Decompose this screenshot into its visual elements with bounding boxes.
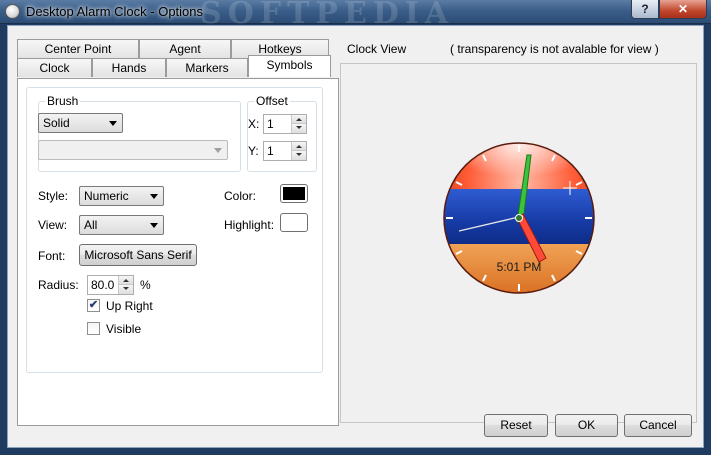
- radius-label: Radius:: [38, 278, 79, 292]
- style-select[interactable]: Numeric: [79, 186, 164, 206]
- visible-label[interactable]: Visible: [106, 322, 141, 336]
- font-button[interactable]: Microsoft Sans Serif: [79, 244, 197, 266]
- tab-markers[interactable]: Markers: [166, 58, 248, 77]
- offset-x-input[interactable]: 1: [263, 114, 307, 134]
- spin-up-icon[interactable]: [292, 115, 306, 124]
- view-label: View:: [38, 218, 68, 232]
- offset-group-label: Offset: [254, 94, 290, 108]
- highlight-swatch-fill: [283, 216, 305, 229]
- color-label: Color:: [224, 189, 257, 203]
- spin-down-icon[interactable]: [292, 151, 306, 160]
- brush-group-label: Brush: [45, 94, 81, 108]
- chevron-down-icon: [214, 148, 222, 153]
- reset-button[interactable]: Reset: [484, 414, 548, 437]
- brush-select-value: Solid: [43, 116, 70, 130]
- spin-down-icon[interactable]: [292, 124, 306, 133]
- offset-y-value: 1: [267, 144, 274, 158]
- color-swatch-button[interactable]: [280, 184, 308, 203]
- app-clock-icon[interactable]: [5, 4, 20, 19]
- clock-preview-panel: 5:01 PM: [340, 63, 697, 423]
- cancel-button[interactable]: Cancel: [624, 414, 692, 437]
- radius-stepper[interactable]: [118, 276, 133, 294]
- title-bar[interactable]: SOFTPEDIA Desktop Alarm Clock - Options …: [0, 0, 711, 31]
- clock-time-text: 5:01 PM: [497, 260, 542, 274]
- spin-up-icon[interactable]: [292, 142, 306, 151]
- font-label: Font:: [38, 249, 66, 263]
- brush-secondary-select[interactable]: [38, 140, 228, 160]
- spin-up-icon[interactable]: [119, 276, 133, 285]
- offset-y-label: Y:: [248, 144, 259, 158]
- view-select-value: All: [84, 218, 98, 232]
- style-label: Style:: [38, 189, 69, 203]
- visible-checkbox[interactable]: [87, 322, 100, 335]
- up-right-label[interactable]: Up Right: [106, 299, 153, 313]
- brush-group: Brush: [38, 94, 241, 172]
- offset-x-label: X:: [248, 117, 260, 131]
- close-button[interactable]: ✕: [659, 0, 707, 19]
- hand-pivot: [515, 214, 523, 222]
- color-swatch-fill: [283, 187, 305, 200]
- ok-button[interactable]: OK: [555, 414, 618, 437]
- tab-clock[interactable]: Clock: [17, 58, 92, 77]
- up-right-checkbox[interactable]: ✔: [87, 299, 100, 312]
- tab-center-point[interactable]: Center Point: [17, 39, 139, 58]
- radius-input[interactable]: 80.0: [87, 275, 134, 295]
- highlight-label: Highlight:: [224, 218, 275, 232]
- clock-preview: 5:01 PM: [443, 142, 595, 294]
- offset-group: Offset: [247, 94, 317, 172]
- symbols-tab-page: Brush Solid Offset X: 1 Y: 1 Style: Nume…: [17, 78, 339, 426]
- tab-symbols[interactable]: Symbols: [248, 55, 331, 77]
- window-title: Desktop Alarm Clock - Options: [26, 4, 204, 19]
- chevron-down-icon: [150, 223, 158, 228]
- radius-unit: %: [140, 278, 151, 292]
- tab-hands[interactable]: Hands: [92, 58, 166, 77]
- spin-down-icon[interactable]: [119, 285, 133, 294]
- tab-agent[interactable]: Agent: [139, 39, 231, 58]
- radius-value: 80.0: [91, 278, 115, 292]
- chevron-down-icon: [109, 121, 117, 126]
- style-select-value: Numeric: [84, 189, 129, 203]
- clock-view-note: ( transparency is not avalable for view …: [450, 42, 659, 56]
- offset-y-input[interactable]: 1: [263, 141, 307, 161]
- highlight-swatch-button[interactable]: [280, 213, 308, 232]
- chevron-down-icon: [150, 194, 158, 199]
- help-button[interactable]: ?: [631, 0, 659, 19]
- offset-x-value: 1: [267, 117, 274, 131]
- clock-view-label: Clock View: [347, 42, 407, 56]
- view-select[interactable]: All: [79, 215, 164, 235]
- dialog-client-area: Center Point Agent Hotkeys Clock Hands M…: [7, 25, 704, 448]
- offset-y-stepper[interactable]: [291, 142, 306, 160]
- brush-select[interactable]: Solid: [38, 113, 123, 133]
- offset-x-stepper[interactable]: [291, 115, 306, 133]
